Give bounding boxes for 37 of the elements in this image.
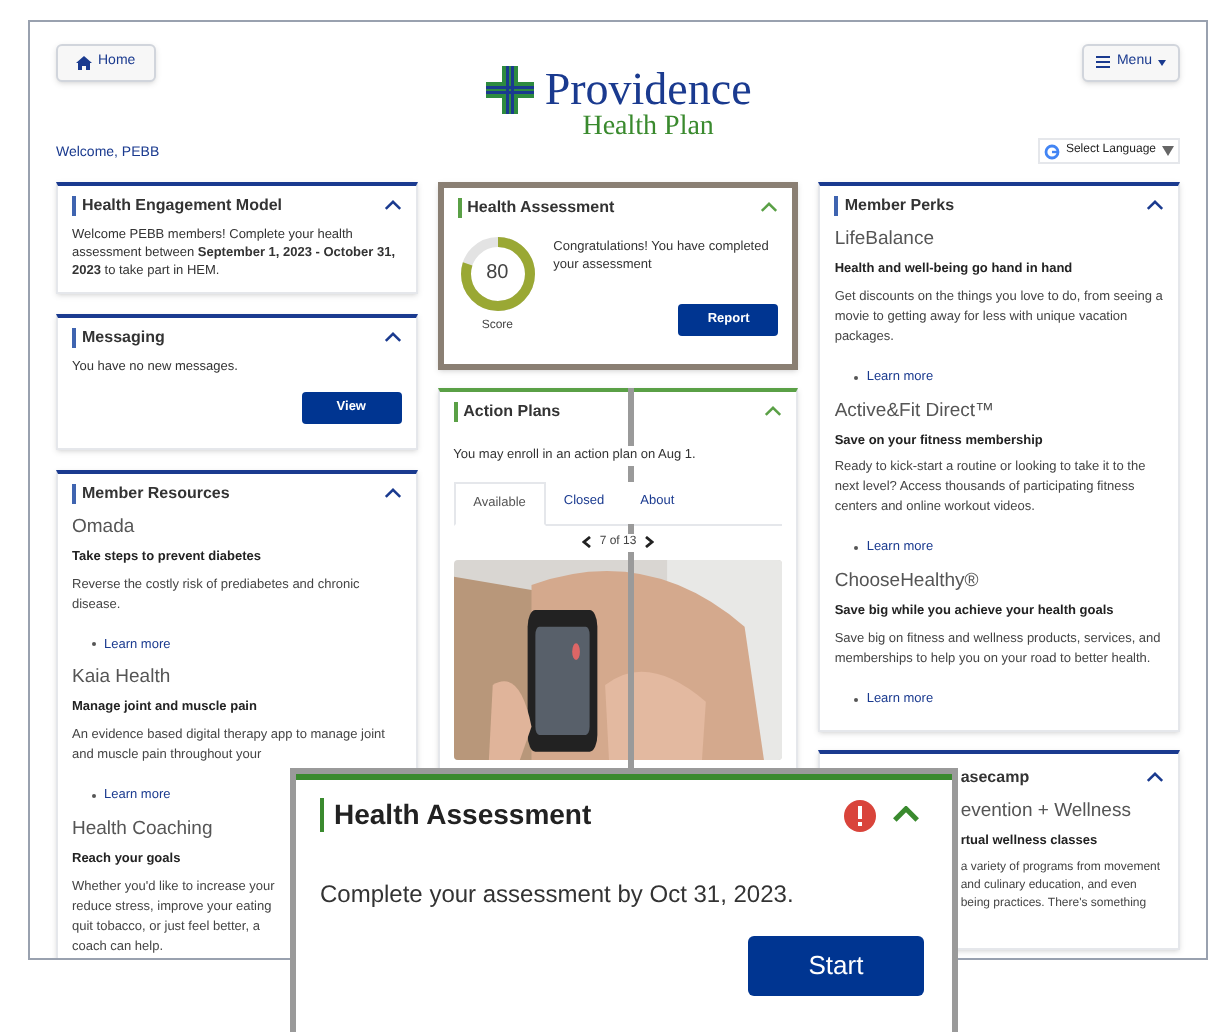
card-title: Messaging — [72, 328, 165, 348]
chevron-up-icon[interactable] — [1146, 771, 1164, 783]
card-title: Health Engagement Model — [72, 196, 283, 216]
card-title: Member Perks — [834, 196, 955, 216]
chevron-up-icon[interactable] — [1146, 200, 1164, 212]
dropdown-caret-icon — [1162, 146, 1174, 156]
resource-name: Omada — [72, 515, 137, 540]
bullet-icon — [854, 697, 859, 702]
chevron-up-icon[interactable] — [383, 200, 402, 212]
resource-name: Kaia Health — [72, 666, 173, 691]
bullet-icon — [854, 375, 859, 380]
bullet-icon — [854, 546, 859, 551]
home-icon — [76, 55, 92, 70]
previous-icon[interactable] — [581, 536, 592, 548]
logo-name: Providence — [544, 66, 752, 112]
start-button[interactable]: Start — [748, 936, 924, 996]
chevron-up-icon[interactable] — [892, 806, 920, 824]
logo-subtitle: Health Plan — [582, 114, 714, 142]
score-ring — [457, 234, 538, 314]
caret-icon — [1157, 59, 1166, 66]
resource-name: ChooseHealthy® — [834, 570, 981, 594]
card-title: Action Plans — [453, 402, 561, 422]
menu-icon — [1096, 56, 1111, 69]
callout-title: Health Assessment — [320, 798, 592, 832]
next-icon[interactable] — [644, 536, 655, 548]
card-title: Health Assessment — [457, 198, 615, 218]
resource-name: Active&Fit Direct™ — [834, 399, 997, 423]
chevron-up-icon[interactable] — [383, 488, 402, 499]
chevron-up-icon[interactable] — [383, 332, 402, 344]
resource-name: evention + Wellness — [960, 797, 1133, 825]
callout-message: Complete your assessment by Oct 31, 2023. — [320, 878, 796, 912]
cross-logo-icon — [486, 66, 535, 114]
card-title: asecamp — [960, 765, 1030, 789]
resource-name: LifeBalance — [834, 228, 936, 252]
score-value: 80 — [486, 264, 509, 284]
resource-name: Health Coaching — [72, 817, 215, 842]
card-title: Member Resources — [72, 483, 230, 504]
